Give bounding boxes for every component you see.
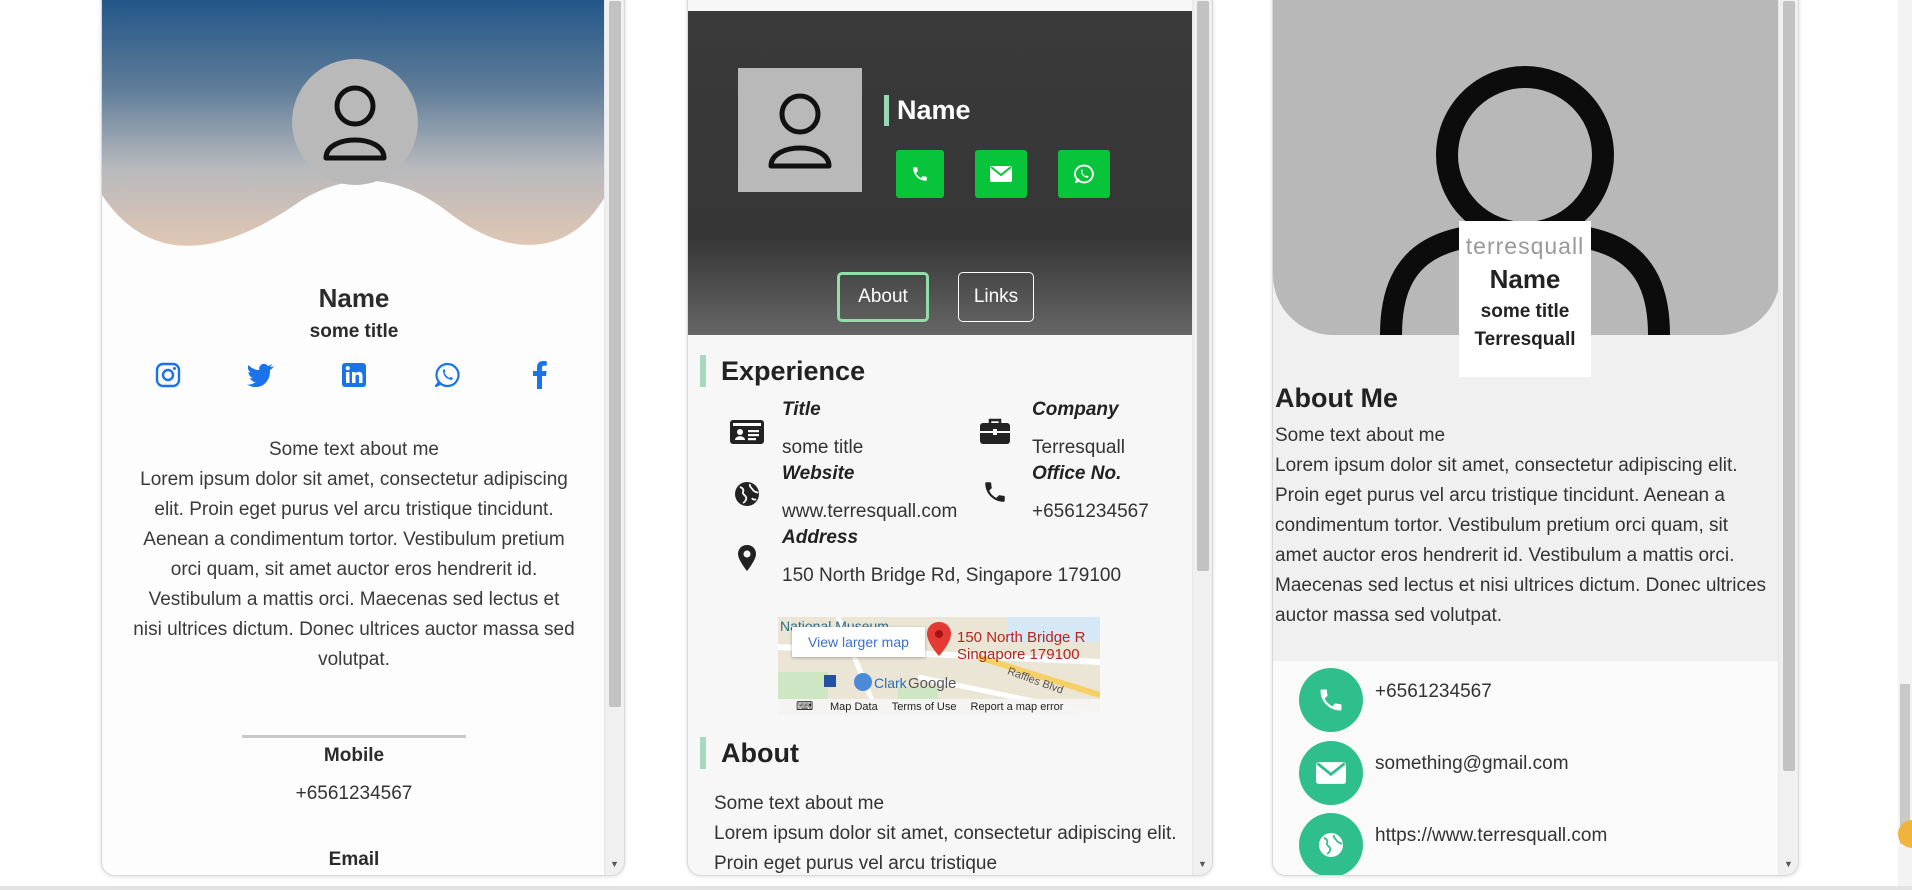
scrollbar-thumb[interactable]: [1783, 1, 1795, 771]
profile-photo: [738, 68, 862, 192]
section-accent-bar: [700, 355, 706, 387]
mobile-value[interactable]: +6561234567: [102, 783, 606, 805]
scrollbar[interactable]: ▼: [1778, 0, 1798, 875]
phone-icon: [976, 475, 1014, 509]
google-logo: Google: [908, 675, 957, 692]
whatsapp-icon: [1074, 164, 1094, 184]
report-error-link[interactable]: Report a map error: [971, 701, 1064, 713]
about-text: Lorem ipsum dolor sit amet, consectetur …: [1275, 455, 1767, 626]
map-pin-icon: [728, 541, 766, 575]
phone-icon: [913, 167, 927, 181]
website-text[interactable]: https://www.terresquall.com: [1375, 825, 1607, 847]
about-heading: About: [721, 738, 799, 768]
page-bottom-edge: [0, 886, 1912, 890]
facebook-icon[interactable]: [524, 359, 556, 391]
profile-name: Name: [318, 283, 390, 313]
mobile-label: Mobile: [323, 745, 385, 766]
instagram-icon[interactable]: [152, 359, 184, 391]
phone-text[interactable]: +6561234567: [1375, 681, 1492, 703]
map-place-line-1: 150 North Bridge R: [957, 629, 1086, 646]
page-scrollbar[interactable]: [1898, 0, 1912, 890]
map-data-label: Map Data: [830, 701, 878, 713]
globe-icon: [728, 477, 766, 511]
keyboard-icon[interactable]: ⌨: [796, 699, 813, 713]
scroll-down-arrow[interactable]: ▼: [1784, 859, 1793, 869]
tab-about[interactable]: About: [837, 272, 929, 322]
linkedin-icon[interactable]: [338, 359, 370, 391]
email-text[interactable]: something@gmail.com: [1375, 753, 1569, 775]
company-value: Terresquall: [1032, 437, 1125, 458]
office-value[interactable]: +6561234567: [1032, 501, 1149, 523]
email-button[interactable]: [1299, 741, 1363, 805]
map-footer: ⌨ Map Data Terms of Use Report a map err…: [778, 699, 1100, 715]
profile-company: Terresquall: [1474, 329, 1576, 350]
address-value: 150 North Bridge Rd, Singapore 179100: [782, 565, 1122, 586]
website-value[interactable]: www.terresquall.com: [782, 501, 957, 523]
scrollbar-thumb[interactable]: [609, 1, 621, 707]
name-card: terresquall Name some title Terresquall: [1459, 221, 1591, 377]
email-label: Email: [328, 849, 380, 870]
brand-logo: terresquall: [1465, 233, 1585, 259]
profile-card-3: terresquall Name some title Terresquall …: [1272, 0, 1799, 876]
company-label: Company: [1032, 399, 1119, 420]
wave-divider: [102, 180, 606, 265]
scrollbar[interactable]: ▼: [1192, 0, 1212, 875]
dark-header: Name About Links: [688, 11, 1194, 335]
profile-title: some title: [1480, 301, 1570, 322]
scroll-down-arrow[interactable]: ▼: [1198, 859, 1207, 869]
about-text: Some text about me Lorem ipsum dolor sit…: [714, 793, 1177, 874]
user-icon: [323, 85, 387, 161]
globe-icon: [1319, 833, 1343, 857]
name-accent-bar: [884, 95, 889, 126]
phone-button[interactable]: [1299, 668, 1363, 732]
scrollbar[interactable]: ▼: [604, 0, 624, 875]
experience-heading: Experience: [721, 356, 866, 386]
terms-link[interactable]: Terms of Use: [892, 701, 957, 713]
website-label: Website: [782, 463, 855, 484]
scrollbar-thumb[interactable]: [1197, 1, 1209, 571]
profile-name: Name: [897, 95, 971, 125]
view-larger-map-link[interactable]: View larger map: [792, 627, 925, 657]
id-card-icon: [728, 415, 766, 449]
envelope-icon: [1316, 762, 1346, 784]
scroll-down-arrow[interactable]: ▼: [610, 859, 619, 869]
profile-card-1: Name some title Some text about me Lorem…: [101, 0, 625, 876]
social-links: [152, 359, 556, 391]
about-text: Lorem ipsum dolor sit amet, consectetur …: [133, 469, 575, 670]
section-accent-bar: [700, 737, 706, 769]
about-section: Some text about me Lorem ipsum dolor sit…: [132, 435, 576, 675]
address-label: Address: [782, 527, 859, 548]
map-label-clarke: Clark: [874, 675, 907, 691]
map-poi-icon: [824, 675, 836, 687]
google-map[interactable]: National Museum View larger map 150 Nort…: [778, 617, 1100, 715]
about-heading: Some text about me: [268, 439, 440, 460]
tab-links[interactable]: Links: [958, 272, 1034, 322]
title-value: some title: [782, 437, 864, 458]
office-label: Office No.: [1032, 463, 1122, 484]
about-section: Some text about me Lorem ipsum dolor sit…: [1275, 421, 1771, 631]
map-marker-icon[interactable]: [926, 621, 952, 657]
call-button[interactable]: [896, 150, 944, 198]
profile-name: Name: [1489, 264, 1561, 294]
title-label: Title: [782, 399, 821, 420]
map-place-line-2: Singapore 179100: [957, 646, 1080, 663]
twitter-icon[interactable]: [245, 359, 277, 391]
phone-icon: [1320, 689, 1342, 711]
whatsapp-icon[interactable]: [431, 359, 463, 391]
email-button[interactable]: [975, 150, 1027, 198]
map-place-label: 150 North Bridge R Singapore 179100: [957, 629, 1085, 663]
envelope-icon: [990, 166, 1012, 182]
shopping-icon: [854, 673, 872, 691]
profile-title: some title: [309, 321, 399, 342]
whatsapp-button[interactable]: [1058, 150, 1110, 198]
avatar: [292, 59, 418, 185]
briefcase-icon: [976, 415, 1014, 449]
user-icon: [768, 93, 832, 169]
profile-card-2: Name About Links Experience Title some t…: [687, 0, 1213, 876]
about-intro: Some text about me: [1275, 425, 1446, 446]
about-heading: About Me: [1275, 383, 1398, 413]
contact-list: +6561234567 something@gmail.com https://…: [1273, 661, 1780, 875]
website-button[interactable]: [1299, 813, 1363, 875]
divider: [242, 735, 466, 738]
